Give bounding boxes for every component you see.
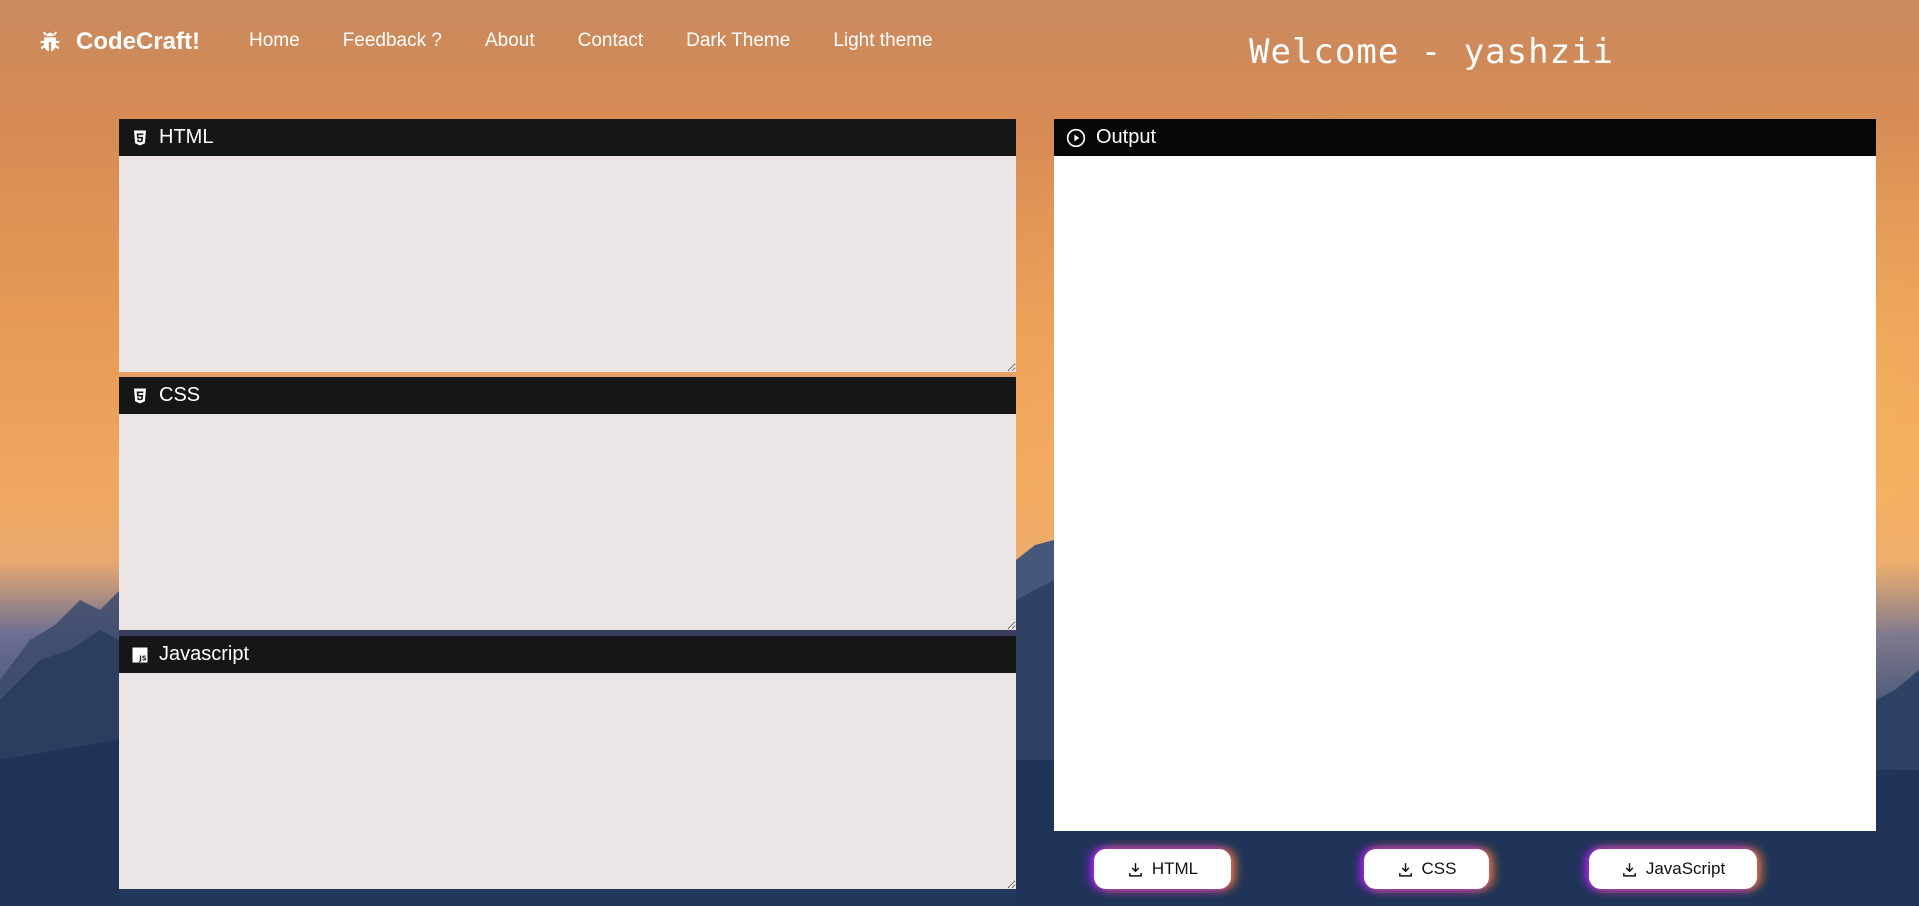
brand-logo[interactable]: CodeCraft! [36, 28, 200, 56]
download-icon [1128, 862, 1142, 877]
nav-home-link[interactable]: Home [249, 30, 300, 52]
js-editor-header: JS Javascript [119, 636, 1016, 673]
download-html-label: HTML [1151, 859, 1199, 878]
css-editor-panel: CSS [119, 377, 1016, 630]
html-editor-textarea[interactable] [119, 156, 1016, 372]
css-editor-textarea[interactable] [119, 414, 1016, 630]
download-icon [1398, 862, 1412, 877]
output-frame[interactable] [1054, 156, 1876, 831]
nav-links: Home Feedback ? About Contact Dark Theme… [249, 30, 976, 52]
css-editor-title: CSS [159, 384, 201, 406]
nav-about-link[interactable]: About [485, 30, 535, 52]
css-editor-header: CSS [119, 377, 1016, 414]
html5-icon [134, 130, 146, 145]
nav-feedback-link[interactable]: Feedback ? [343, 30, 442, 52]
html-editor-panel: HTML [119, 119, 1016, 372]
nav-light-theme-link[interactable]: Light theme [833, 30, 932, 52]
js-icon: JS [132, 647, 148, 662]
output-panel: Output [1054, 119, 1876, 831]
html-editor-header: HTML [119, 119, 1016, 156]
navbar: CodeCraft! Home Feedback ? About Contact… [0, 0, 1919, 90]
download-html-button[interactable]: HTML [1094, 849, 1231, 889]
download-icon [1622, 862, 1636, 877]
html-editor-title: HTML [159, 126, 214, 148]
download-css-button[interactable]: CSS [1364, 849, 1489, 889]
brand-name: CodeCraft! [76, 28, 200, 55]
js-editor-textarea[interactable] [119, 673, 1016, 889]
svg-text:JS: JS [138, 654, 147, 662]
output-title: Output [1096, 126, 1157, 148]
css3-icon [134, 388, 146, 403]
nav-dark-theme-link[interactable]: Dark Theme [686, 30, 790, 52]
download-js-label: JavaScript [1645, 859, 1726, 878]
js-editor-panel: JS Javascript [119, 636, 1016, 889]
welcome-message: Welcome - yashzii [1249, 32, 1614, 72]
nav-contact-link[interactable]: Contact [578, 30, 643, 52]
download-js-button[interactable]: JavaScript [1589, 849, 1757, 889]
output-header: Output [1054, 119, 1876, 156]
play-circle-icon [1066, 128, 1086, 147]
js-editor-title: Javascript [159, 643, 250, 665]
bug-icon [40, 31, 60, 52]
download-css-label: CSS [1421, 859, 1457, 878]
